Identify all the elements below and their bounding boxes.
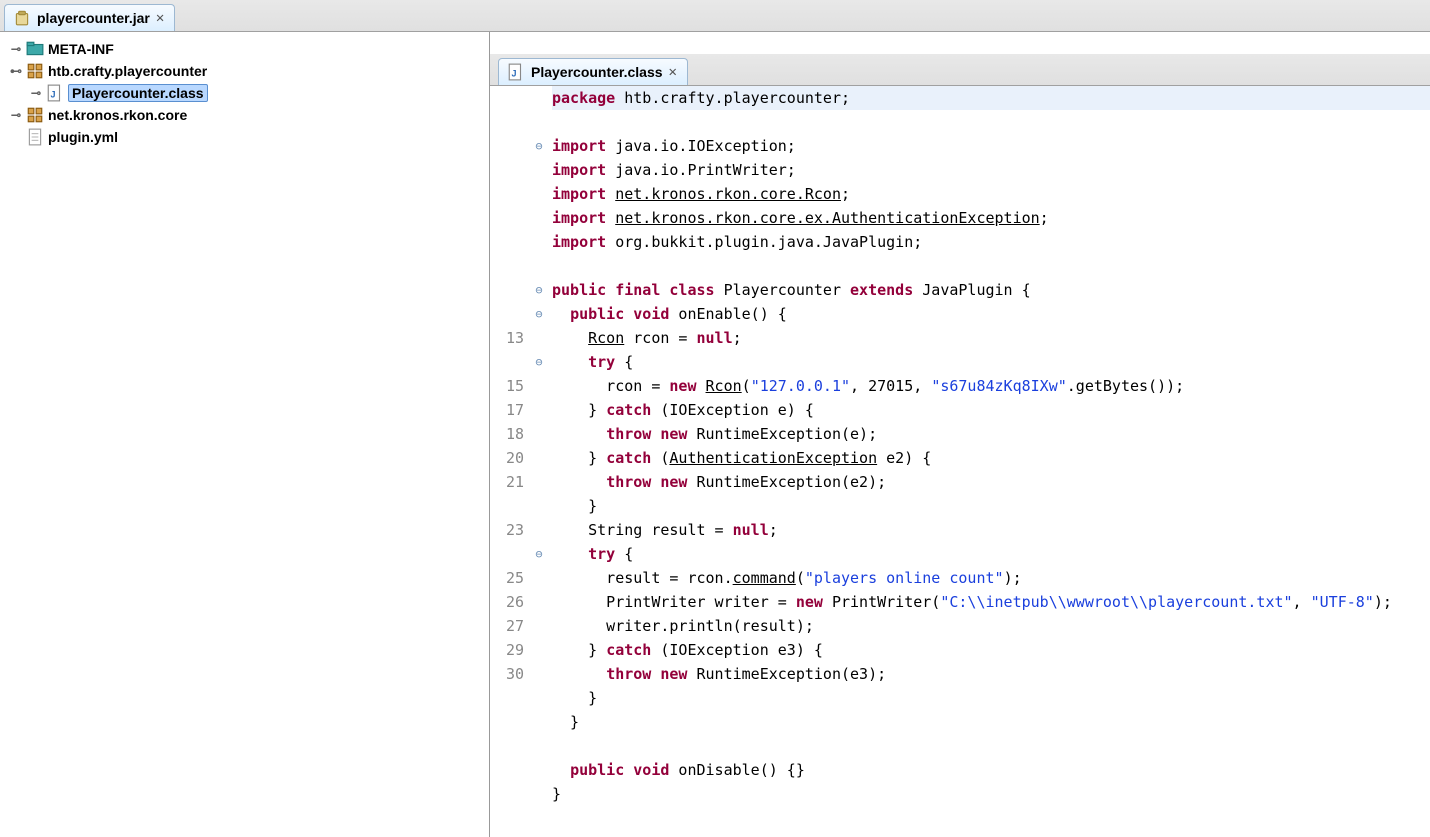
close-icon[interactable]: ✕ [669,64,677,80]
line-number-gutter: 131517182021232526272930 [490,86,530,837]
editor-tabstrip: J Playercounter.class ✕ [490,54,1430,86]
package-explorer[interactable]: ⊸ META-INF ⊷ htb.crafty.playercounter ⊸ … [0,32,490,837]
outer-tabstrip: playercounter.jar ✕ [0,0,1430,32]
folder-icon [26,40,44,58]
tree-label: Playercounter.class [68,84,208,102]
svg-text:J: J [512,69,517,79]
code-editor[interactable]: 131517182021232526272930 ⊖⊖⊖⊖⊖ package h… [490,86,1430,837]
tree-item-htb-crafty[interactable]: ⊷ htb.crafty.playercounter [6,60,489,82]
tab-playercounter-class[interactable]: J Playercounter.class ✕ [498,58,688,85]
file-icon [26,128,44,146]
fold-gutter: ⊖⊖⊖⊖⊖ [530,86,548,837]
expand-handle-icon[interactable]: ⊸ [10,42,22,56]
fold-collapse-icon[interactable]: ⊖ [530,134,548,158]
tree-label: META-INF [48,41,114,57]
package-icon [26,62,44,80]
fold-collapse-icon[interactable]: ⊖ [530,302,548,326]
expand-handle-icon[interactable]: ⊸ [10,108,22,122]
tab-label: Playercounter.class [531,64,663,80]
close-icon[interactable]: ✕ [156,10,164,26]
tree-item-playercounter-class[interactable]: ⊸ J Playercounter.class [6,82,489,104]
tree-label: net.kronos.rkon.core [48,107,187,123]
fold-collapse-icon[interactable]: ⊖ [530,350,548,374]
tree-item-net-kronos[interactable]: ⊸ net.kronos.rkon.core [6,104,489,126]
jar-icon [13,9,31,27]
expand-handle-icon[interactable]: ⊷ [10,64,22,78]
svg-text:J: J [51,90,56,100]
expand-handle-icon[interactable]: ⊸ [30,86,42,100]
class-file-icon: J [46,84,64,102]
code-content[interactable]: package htb.crafty.playercounter; import… [548,86,1430,837]
class-file-icon: J [507,63,525,81]
tree-item-meta-inf[interactable]: ⊸ META-INF [6,38,489,60]
tree-label: plugin.yml [48,129,118,145]
tree-item-plugin-yml[interactable]: plugin.yml [6,126,489,148]
tab-playercounter-jar[interactable]: playercounter.jar ✕ [4,4,175,31]
tab-label: playercounter.jar [37,10,150,26]
fold-collapse-icon[interactable]: ⊖ [530,278,548,302]
package-icon [26,106,44,124]
tree-label: htb.crafty.playercounter [48,63,207,79]
fold-collapse-icon[interactable]: ⊖ [530,542,548,566]
